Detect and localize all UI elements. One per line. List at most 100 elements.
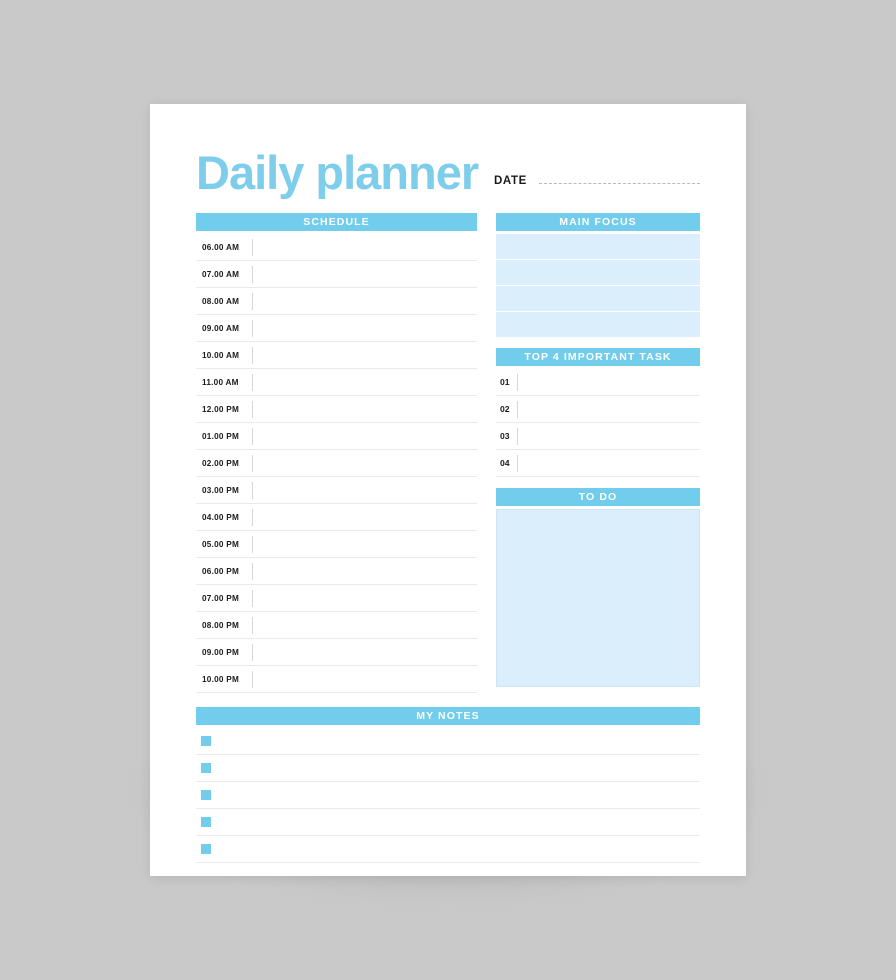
note-row[interactable] [196, 782, 700, 809]
square-bullet-icon [201, 817, 211, 827]
notes-section: MY NOTES [196, 707, 700, 863]
schedule-divider [252, 265, 253, 283]
top-task-number: 01 [500, 377, 510, 387]
side-column: MAIN FOCUS TOP 4 IMPORTANT TASK 01 02 03 04… [496, 213, 700, 693]
schedule-row[interactable]: 10.00 AM [196, 342, 477, 369]
main-focus-heading: MAIN FOCUS [496, 213, 700, 231]
schedule-time-label: 05.00 PM [202, 539, 240, 549]
schedule-time-label: 12.00 PM [202, 404, 240, 414]
schedule-time-label: 06.00 PM [202, 566, 240, 576]
todo-heading: TO DO [496, 488, 700, 506]
top-tasks-section: TOP 4 IMPORTANT TASK 01 02 03 04 [496, 348, 700, 477]
main-focus-row[interactable] [496, 286, 700, 312]
top-task-number: 04 [500, 458, 510, 468]
date-label: DATE [494, 175, 527, 187]
schedule-time-label: 08.00 AM [202, 296, 240, 306]
schedule-list: 06.00 AM 07.00 AM 08.00 AM 09.00 AM 10.00 AM… [196, 234, 477, 693]
schedule-row[interactable]: 01.00 PM [196, 423, 477, 450]
schedule-divider [252, 535, 253, 553]
schedule-row[interactable]: 10.00 PM [196, 666, 477, 693]
square-bullet-icon [201, 736, 211, 746]
schedule-row[interactable]: 09.00 PM [196, 639, 477, 666]
schedule-divider [252, 400, 253, 418]
schedule-row[interactable]: 11.00 AM [196, 369, 477, 396]
top-task-divider [517, 454, 518, 472]
top-task-row[interactable]: 04 [496, 450, 700, 477]
schedule-divider [252, 292, 253, 310]
page-title: Daily planner [196, 146, 479, 199]
notes-list [196, 728, 700, 863]
schedule-divider [252, 616, 253, 634]
schedule-time-label: 03.00 PM [202, 485, 240, 495]
column-gap [477, 213, 496, 693]
top-task-row[interactable]: 03 [496, 423, 700, 450]
square-bullet-icon [201, 790, 211, 800]
top-task-number: 03 [500, 431, 510, 441]
main-focus-row[interactable] [496, 312, 700, 337]
note-row[interactable] [196, 755, 700, 782]
schedule-row[interactable]: 05.00 PM [196, 531, 477, 558]
schedule-row[interactable]: 06.00 PM [196, 558, 477, 585]
notes-heading: MY NOTES [196, 707, 700, 725]
schedule-divider [252, 346, 253, 364]
schedule-time-label: 10.00 PM [202, 674, 240, 684]
schedule-time-label: 09.00 AM [202, 323, 240, 333]
schedule-divider [252, 562, 253, 580]
top-tasks-heading: TOP 4 IMPORTANT TASK [496, 348, 700, 366]
schedule-row[interactable]: 03.00 PM [196, 477, 477, 504]
main-focus-row[interactable] [496, 260, 700, 286]
schedule-row[interactable]: 06.00 AM [196, 234, 477, 261]
schedule-row[interactable]: 07.00 AM [196, 261, 477, 288]
top-task-number: 02 [500, 404, 510, 414]
todo-section: TO DO [496, 488, 700, 687]
planner-header: Daily planner DATE [196, 138, 700, 196]
planner-body: SCHEDULE 06.00 AM 07.00 AM 08.00 AM 09.00 A… [196, 213, 700, 693]
schedule-time-label: 07.00 AM [202, 269, 240, 279]
schedule-row[interactable]: 12.00 PM [196, 396, 477, 423]
schedule-divider [252, 454, 253, 472]
schedule-divider [252, 238, 253, 256]
top-tasks-list: 01 02 03 04 [496, 369, 700, 477]
note-row[interactable] [196, 836, 700, 863]
main-focus-section: MAIN FOCUS [496, 213, 700, 337]
date-field-group[interactable]: DATE [494, 175, 700, 196]
schedule-row[interactable]: 07.00 PM [196, 585, 477, 612]
schedule-divider [252, 373, 253, 391]
schedule-time-label: 11.00 AM [202, 377, 239, 387]
schedule-row[interactable]: 09.00 AM [196, 315, 477, 342]
top-task-divider [517, 427, 518, 445]
date-input-line[interactable] [538, 182, 700, 184]
square-bullet-icon [201, 763, 211, 773]
schedule-row[interactable]: 04.00 PM [196, 504, 477, 531]
top-task-row[interactable]: 02 [496, 396, 700, 423]
note-row[interactable] [196, 809, 700, 836]
schedule-divider [252, 589, 253, 607]
schedule-heading: SCHEDULE [196, 213, 477, 231]
schedule-row[interactable]: 02.00 PM [196, 450, 477, 477]
main-focus-list [496, 234, 700, 337]
schedule-divider [252, 670, 253, 688]
planner-page: Daily planner DATE SCHEDULE 06.00 AM 07.0… [150, 104, 746, 876]
schedule-divider [252, 643, 253, 661]
note-row[interactable] [196, 728, 700, 755]
schedule-time-label: 10.00 AM [202, 350, 240, 360]
schedule-time-label: 02.00 PM [202, 458, 240, 468]
top-task-divider [517, 373, 518, 391]
schedule-divider [252, 508, 253, 526]
schedule-column: SCHEDULE 06.00 AM 07.00 AM 08.00 AM 09.00 A… [196, 213, 477, 693]
main-focus-row[interactable] [496, 234, 700, 260]
schedule-divider [252, 427, 253, 445]
square-bullet-icon [201, 844, 211, 854]
schedule-time-label: 04.00 PM [202, 512, 240, 522]
schedule-divider [252, 319, 253, 337]
todo-input-box[interactable] [496, 509, 700, 687]
schedule-row[interactable]: 08.00 PM [196, 612, 477, 639]
schedule-divider [252, 481, 253, 499]
schedule-time-label: 01.00 PM [202, 431, 240, 441]
schedule-row[interactable]: 08.00 AM [196, 288, 477, 315]
schedule-time-label: 07.00 PM [202, 593, 240, 603]
top-task-row[interactable]: 01 [496, 369, 700, 396]
schedule-time-label: 06.00 AM [202, 242, 240, 252]
top-task-divider [517, 400, 518, 418]
schedule-time-label: 08.00 PM [202, 620, 240, 630]
